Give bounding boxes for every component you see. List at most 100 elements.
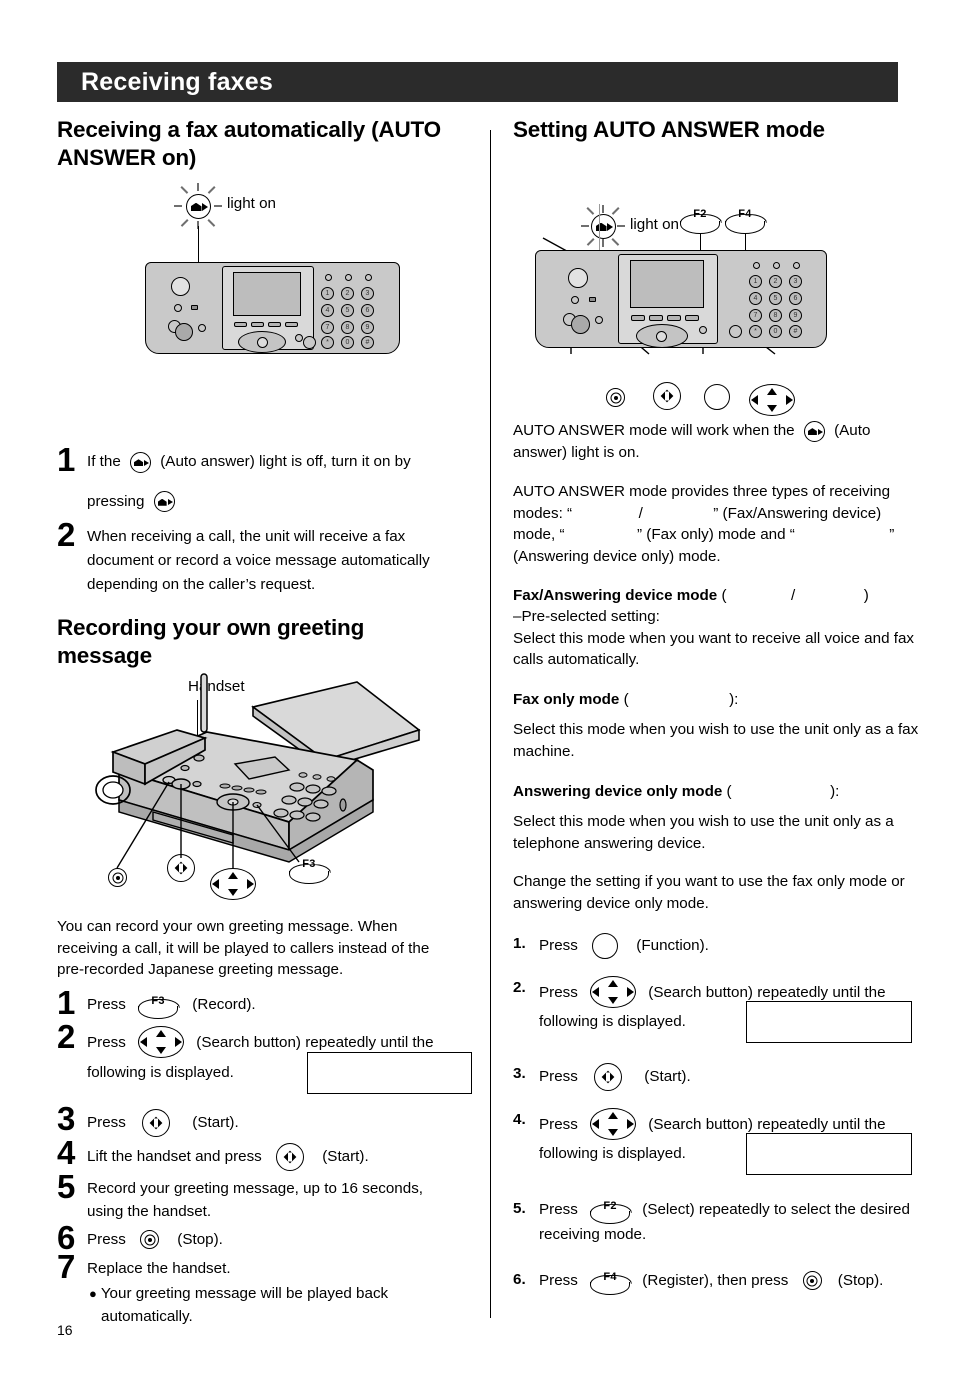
step-text: Replace the handset. <box>87 1260 231 1278</box>
step-text: Press <box>539 1271 578 1289</box>
start-panel-button[interactable] <box>571 315 590 335</box>
soft-key-4[interactable] <box>285 322 298 328</box>
lcd-display-box <box>307 1052 472 1095</box>
search-button-icon <box>590 1108 637 1141</box>
desc-text-a: AUTO ANSWER mode will work when the <box>513 422 795 440</box>
right-column: Setting AUTO ANSWER mode light on F2 F4 … <box>513 116 925 1295</box>
desc-modes-f: (Answering device only) mode. <box>513 548 721 566</box>
heading-receiving-auto: Receiving a fax automatically (AUTO ANSW… <box>57 117 441 171</box>
desc-modes-c: “ <box>559 526 565 544</box>
step-text-post3: (Stop). <box>837 1271 884 1289</box>
step-number: 2 <box>57 1018 76 1056</box>
f4-key-icon: F4 <box>590 1271 631 1295</box>
step-text-post: (Search button) repeatedly until the <box>196 1034 434 1052</box>
soft-key-f2[interactable] <box>649 315 663 322</box>
rec-step-2: 2 Press (Search button) repeatedly until… <box>57 1020 472 1095</box>
lcd-display-box <box>746 1000 912 1043</box>
step-text-press: pressing <box>87 492 145 510</box>
f3-key-icon: F3 <box>289 858 329 885</box>
indicator-led-2 <box>589 297 596 303</box>
setting-step-6: 6. Press F4 (Register), then press (Stop… <box>513 1269 925 1295</box>
auto-answer-desc-1: AUTO ANSWER mode will work when the (Aut… <box>513 420 925 463</box>
start-button-icon <box>653 382 681 411</box>
lcd-display <box>233 272 301 317</box>
soft-key-f1[interactable] <box>631 315 645 322</box>
start-button-icon <box>276 1142 305 1171</box>
step-text: Press <box>539 1116 578 1134</box>
step-text-post: (Function). <box>636 936 709 954</box>
step-text: Press <box>539 983 578 1001</box>
figure-fax-machine: Handset F3 <box>57 672 457 912</box>
mode-fax-only: Fax only mode ( ): <box>513 689 925 711</box>
stop-button-icon <box>606 388 625 408</box>
step-text-post: (Search button) repeatedly until the <box>648 1116 886 1134</box>
recording-intro-text: You can record your own greeting message… <box>57 918 430 979</box>
soft-key-f4[interactable] <box>685 315 699 322</box>
step-text: When receiving a call, the unit will rec… <box>87 528 430 593</box>
step-number: 4. <box>513 1111 526 1129</box>
section-banner: Receiving faxes <box>57 62 898 102</box>
step-text: Press <box>87 1230 126 1248</box>
paren-close: ): <box>830 782 840 800</box>
auto-answer-desc-2: AUTO ANSWER mode provides three types of… <box>513 481 925 567</box>
page-number: 16 <box>57 1322 73 1338</box>
auto-answer-icon <box>803 420 825 442</box>
step-text-post2: receiving mode. <box>539 1226 647 1244</box>
soft-key-1[interactable] <box>234 322 247 328</box>
step-text-post: (Search button) repeatedly until the <box>648 983 886 1001</box>
step-number: 1 <box>57 984 76 1022</box>
step-number: 3 <box>57 1099 76 1137</box>
indicator-led-2 <box>191 305 198 311</box>
soft-key-f3[interactable] <box>667 315 681 322</box>
step-number: 6. <box>513 1270 526 1288</box>
auto-answer-icon <box>185 193 211 219</box>
mode-answering-only: Answering device only mode ( ): <box>513 781 925 803</box>
start-button-icon <box>142 1108 171 1137</box>
step-number: 7 <box>57 1248 76 1286</box>
lcd-display <box>630 260 704 309</box>
step-text-post: (Start). <box>322 1147 369 1165</box>
step-text-post: (Start). <box>192 1113 239 1131</box>
rec-step-1: 1 Press F3 (Record). <box>57 986 457 1020</box>
search-button-icon <box>210 868 256 901</box>
step-text: Press <box>87 1034 126 1052</box>
paren-sep: / <box>791 586 796 604</box>
figure-control-panel-2: light on F2 F4 1 2 3 4 5 6 7 8 9 * 0 # <box>513 158 925 420</box>
step-number: 5. <box>513 1200 526 1218</box>
rec-step-7: 7 Replace the handset. ● Your greeting m… <box>57 1250 457 1329</box>
column-divider <box>490 130 491 1318</box>
mode-fax-only-body: Select this mode when you wish to use th… <box>513 721 919 761</box>
paren-open: ( <box>721 586 727 604</box>
start-button-icon <box>594 1063 623 1092</box>
step-text-post: (Register), then press <box>642 1271 789 1289</box>
rec-step-4: 4 Lift the handset and press (Start). <box>57 1136 457 1171</box>
rec-step-5: 5 Record your greeting message, up to 16… <box>57 1170 457 1224</box>
search-button-icon <box>138 1026 185 1059</box>
step-number: 1. <box>513 934 526 952</box>
auto-answer-button[interactable] <box>568 268 588 289</box>
setting-step-4: 4. Press (Search button) repeatedly unti… <box>513 1108 925 1176</box>
step-number: 4 <box>57 1133 76 1171</box>
soft-key-2[interactable] <box>251 322 264 328</box>
search-button-icon <box>749 384 795 417</box>
f2-key-icon: F2 <box>590 1200 631 1225</box>
step-text-cont: (Auto answer) light is off, turn it on b… <box>160 453 411 471</box>
desc-modes-d: ” (Fax only) mode and “ <box>636 526 795 544</box>
function-button-icon <box>592 932 619 959</box>
light-on-label: light on <box>227 195 276 213</box>
desc-modes-e: ” <box>889 526 895 544</box>
rec-step-6: 6 Press (Stop). <box>57 1221 457 1254</box>
step-number: 2 <box>57 516 76 554</box>
paren-close: ) <box>863 586 869 604</box>
step-1: 1 If the (Auto answer) light is off, tur… <box>57 443 457 513</box>
auto-answer-icon <box>130 451 152 473</box>
step-text: If the <box>87 453 121 471</box>
mode-answering-only-body: Select this mode when you wish to use th… <box>513 813 894 852</box>
lcd-display-box <box>746 1133 912 1176</box>
step-number: 5 <box>57 1167 76 1205</box>
soft-key-3[interactable] <box>268 322 281 328</box>
step-text: Press <box>87 1113 126 1131</box>
function-button-icon <box>704 384 730 411</box>
callout-leader-line <box>198 226 200 265</box>
stop-button-icon <box>802 1271 822 1291</box>
